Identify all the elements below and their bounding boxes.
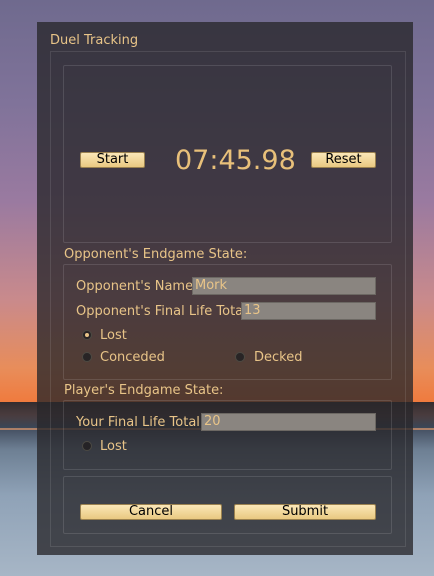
player-life-label: Your Final Life Total: <box>76 415 205 430</box>
opponent-life-label: Opponent's Final Life Total: <box>76 304 252 319</box>
duel-tracking-window: Duel Tracking Start 07:45.98 Reset Oppon… <box>37 22 413 555</box>
window-title: Duel Tracking <box>50 33 139 48</box>
submit-button[interactable]: Submit <box>234 504 376 520</box>
opponent-decked-radio[interactable] <box>235 352 245 362</box>
player-group <box>63 400 392 470</box>
timer-display: 07:45.98 <box>175 145 296 176</box>
opponent-conceded-label: Conceded <box>100 350 165 365</box>
cancel-button[interactable]: Cancel <box>80 504 222 520</box>
opponent-lost-radio[interactable] <box>82 330 92 340</box>
opponent-section-label: Opponent's Endgame State: <box>64 247 248 262</box>
opponent-conceded-radio[interactable] <box>82 352 92 362</box>
opponent-lost-label: Lost <box>100 328 127 343</box>
opponent-name-field[interactable]: Mork <box>192 277 376 295</box>
player-section-label: Player's Endgame State: <box>64 383 224 398</box>
opponent-life-field[interactable]: 13 <box>241 302 376 320</box>
start-button[interactable]: Start <box>80 152 145 168</box>
opponent-decked-label: Decked <box>254 350 303 365</box>
player-lost-radio[interactable] <box>82 441 92 451</box>
reset-button[interactable]: Reset <box>311 152 376 168</box>
opponent-name-label: Opponent's Name: <box>76 279 198 294</box>
player-lost-label: Lost <box>100 439 127 454</box>
player-life-field[interactable]: 20 <box>201 413 376 431</box>
